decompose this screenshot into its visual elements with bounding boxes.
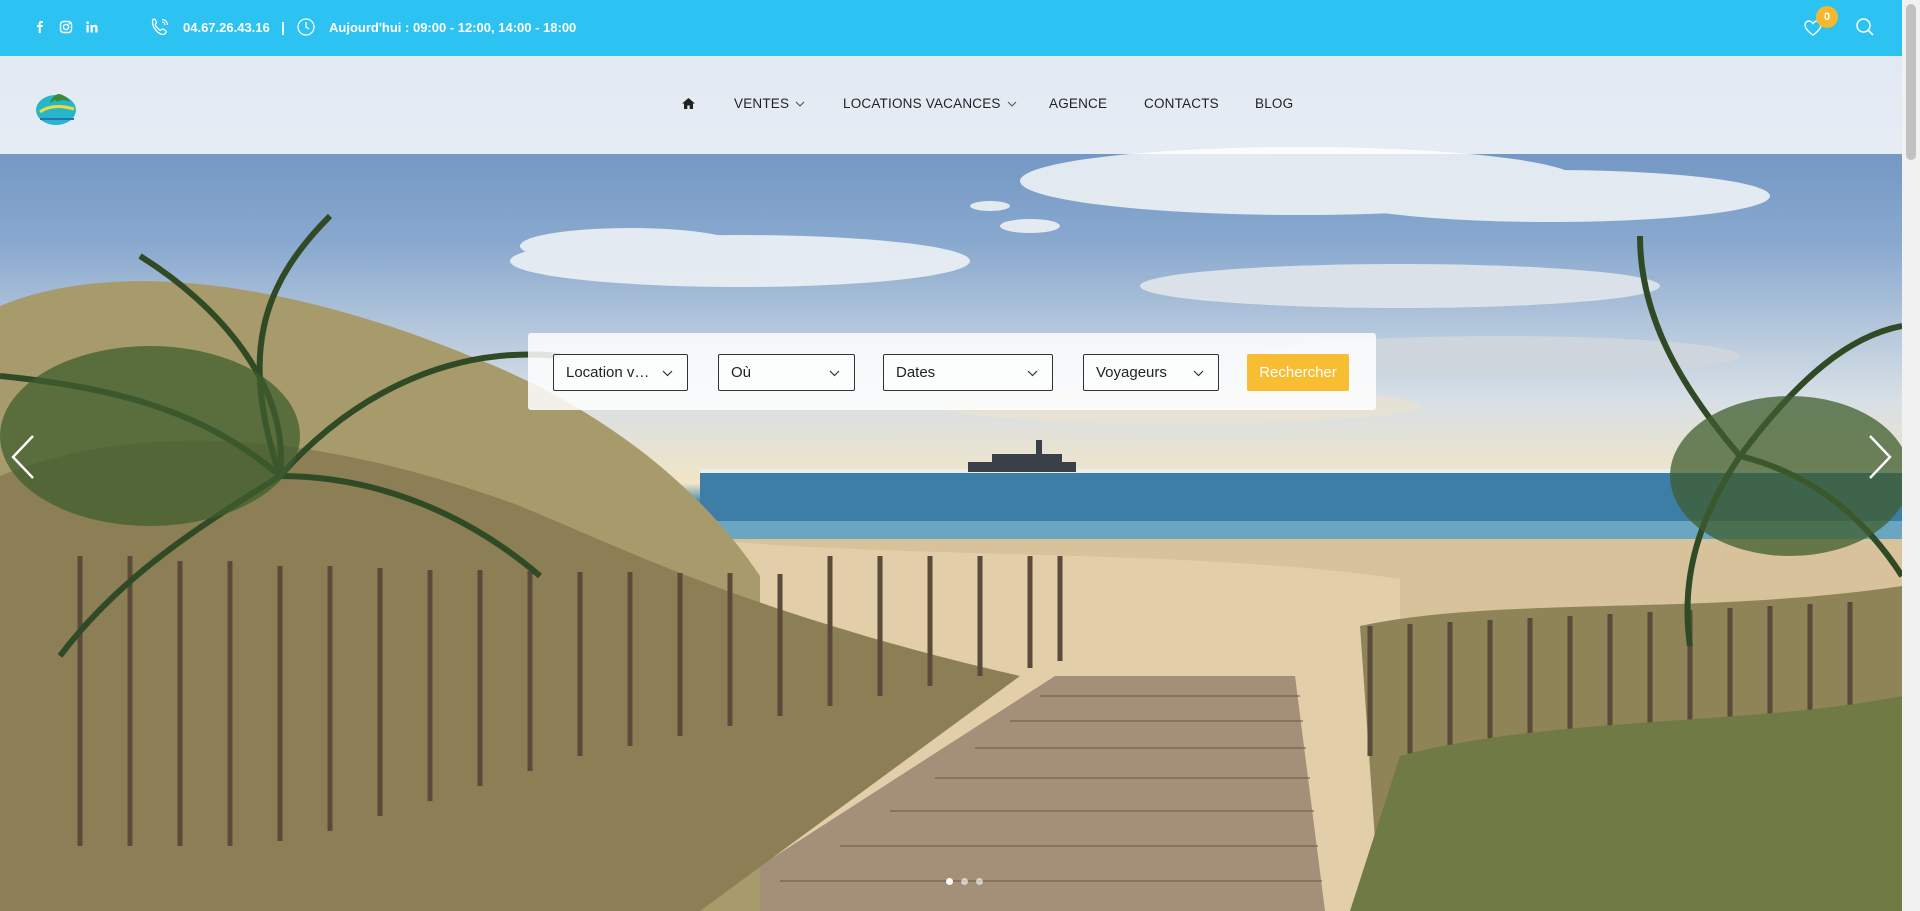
search-type-value: Location vacances (566, 364, 654, 381)
search-dates-select[interactable]: Dates (883, 354, 1053, 391)
nav-agence-label: AGENCE (1049, 96, 1108, 111)
chevron-down-icon (1007, 101, 1017, 107)
search-guests-select[interactable]: Voyageurs (1083, 354, 1219, 391)
search-where-select[interactable]: Où (718, 354, 855, 391)
phone-number[interactable]: 04.67.26.43.16 (183, 20, 270, 35)
search-icon[interactable] (1855, 17, 1875, 37)
wishlist-count-badge: 0 (1816, 6, 1838, 28)
top-bar: 04.67.26.43.16 | Aujourd'hui : 09:00 - 1… (0, 0, 1902, 56)
nav-blog[interactable]: BLOG (1255, 96, 1293, 111)
nav-locations-label: LOCATIONS VACANCES (843, 96, 1001, 111)
social-links (33, 20, 99, 34)
nav-agence[interactable]: AGENCE (1049, 96, 1107, 111)
facebook-icon[interactable] (33, 20, 47, 34)
nav-locations-vacances[interactable]: LOCATIONS VACANCES (843, 96, 1017, 111)
home-icon (682, 98, 695, 109)
nav-ventes[interactable]: VENTES (734, 96, 805, 111)
opening-hours: Aujourd'hui : 09:00 - 12:00, 14:00 - 18:… (329, 20, 577, 35)
page-scrollbar[interactable] (1902, 0, 1920, 911)
nav-contacts-label: CONTACTS (1144, 96, 1219, 111)
slider-dots (946, 878, 983, 885)
search-where-value: Où (731, 364, 752, 381)
main-header: VENTES LOCATIONS VACANCES AGENCE CONTACT… (0, 56, 1902, 154)
chevron-down-icon (829, 370, 840, 377)
beach-photo (0, 147, 1902, 911)
main-navigation: VENTES LOCATIONS VACANCES AGENCE CONTACT… (0, 56, 1902, 154)
search-guests-value: Voyageurs (1096, 364, 1167, 381)
search-dates-value: Dates (896, 364, 936, 381)
slider-dot[interactable] (976, 878, 983, 885)
chevron-left-icon[interactable] (10, 434, 36, 480)
clock-icon (296, 17, 316, 37)
chevron-down-icon (662, 370, 673, 377)
chevron-down-icon (1027, 370, 1038, 377)
nav-home[interactable] (682, 98, 695, 109)
nav-ventes-label: VENTES (734, 96, 790, 111)
search-type-select[interactable]: Location vacances (553, 354, 688, 391)
slider-dot[interactable] (946, 878, 953, 885)
nav-blog-label: BLOG (1255, 96, 1294, 111)
nav-contacts[interactable]: CONTACTS (1144, 96, 1219, 111)
slider-dot[interactable] (961, 878, 968, 885)
chevron-down-icon (795, 101, 805, 107)
search-form: Location vacances Où Dates Voyageurs Rec… (528, 333, 1376, 410)
search-button[interactable]: Rechercher (1247, 354, 1349, 391)
chevron-down-icon (1193, 370, 1204, 377)
scrollbar-thumb[interactable] (1906, 4, 1916, 160)
chevron-right-icon[interactable] (1867, 434, 1893, 480)
separator: | (281, 19, 285, 35)
linkedin-icon[interactable] (85, 20, 99, 34)
hero-slider (0, 56, 1902, 911)
instagram-icon[interactable] (59, 20, 73, 34)
phone-icon (150, 17, 170, 37)
